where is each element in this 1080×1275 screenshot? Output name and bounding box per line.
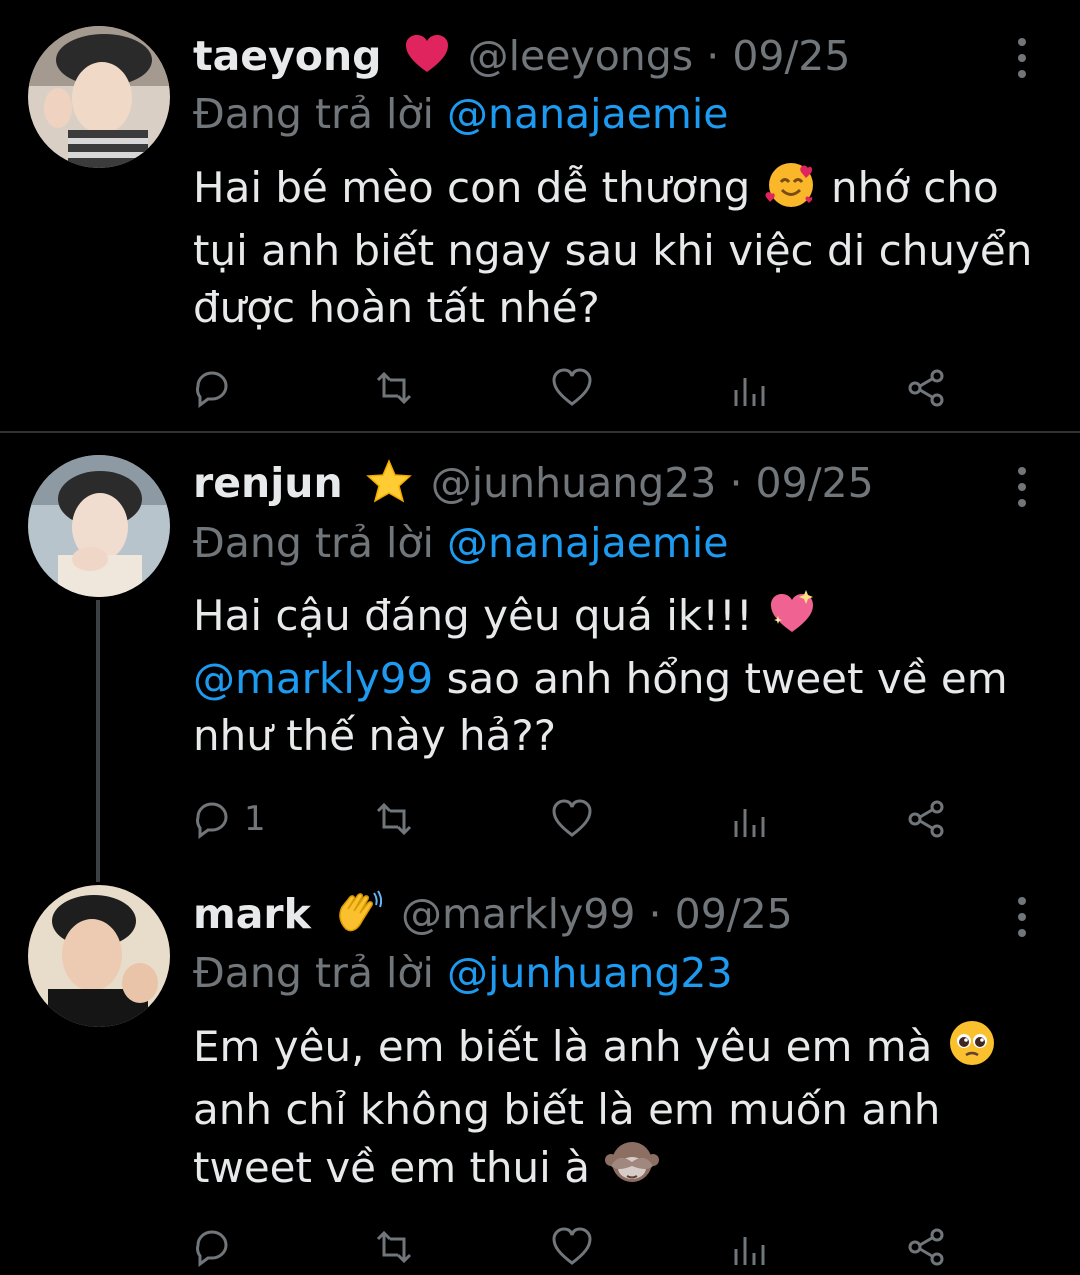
tweet-text-line: tweet về em thui à [193,1143,590,1192]
tweet[interactable]: taeyong @leeyongs · 09/25 Đang trả lời @… [0,0,1080,432]
heart-icon [552,368,592,406]
waving-hand-emoji-icon [334,889,383,945]
display-name[interactable]: renjun [193,459,343,507]
analytics-button[interactable] [730,1225,770,1269]
sparkling-heart-emoji-icon [766,588,818,650]
tweet[interactable]: renjun @junhuang23 · 09/25 Đang trả lời … [0,433,1080,863]
reply-prefix: Đang trả lời [193,90,434,138]
avatar[interactable] [28,885,170,1027]
retweet-button[interactable] [370,366,428,410]
reply-to-mention[interactable]: @nanajaemie [447,90,729,138]
share-button[interactable] [905,797,949,841]
reply-button[interactable] [190,366,244,410]
share-button[interactable] [905,366,949,410]
reply-to-mention[interactable]: @nanajaemie [447,519,729,567]
tweet-actions [190,1225,950,1269]
separator: · [706,32,720,80]
retweet-icon [376,802,412,836]
tweet-actions [190,366,950,410]
pleading-face-emoji-icon [946,1017,998,1081]
tweet-text-line: tụi anh biết ngay sau khi việc di chuyển [193,226,1033,275]
reply-prefix: Đang trả lời [193,949,434,997]
reply-prefix: Đang trả lời [193,519,434,567]
share-button[interactable] [905,1225,949,1269]
replying-to: Đang trả lời @nanajaemie [193,519,728,567]
like-button[interactable] [550,797,604,841]
display-name[interactable]: mark [193,890,311,938]
display-name[interactable]: taeyong [193,32,382,80]
more-options-icon[interactable] [1008,897,1036,937]
handle[interactable]: @leeyongs [468,32,694,80]
tweet-actions: 1 [190,797,950,841]
tweet-header: renjun @junhuang23 · 09/25 [193,459,874,513]
analytics-icon [734,1237,765,1265]
replying-to: Đang trả lời @junhuang23 [193,949,733,997]
tweet-text-line: Hai cậu đáng yêu quá ik!!! [193,591,753,640]
analytics-button[interactable] [730,797,770,841]
tweet-text: Hai cậu đáng yêu quá ik!!! @markly99 sao… [193,587,1053,764]
mention-link[interactable]: @markly99 [193,654,433,703]
smiling-face-with-hearts-emoji-icon [764,158,818,222]
more-options-icon[interactable] [1008,467,1036,507]
retweet-icon [376,1230,412,1264]
reply-icon [196,802,228,839]
tweet-header: mark @markly99 · 09/25 [193,889,793,945]
handle[interactable]: @junhuang23 [431,459,717,507]
tweet[interactable]: mark @markly99 · 09/25 Đang trả lời @jun… [0,863,1080,1275]
analytics-icon [734,378,765,406]
more-options-icon[interactable] [1008,38,1036,78]
tweet-text-line: sao anh hổng tweet về em [446,654,1008,703]
separator: · [729,459,743,507]
reply-icon [196,1230,228,1267]
tweet-text: Hai bé mèo con dễ thương nhớ cho tụi anh… [193,158,1053,336]
heart-icon [552,799,592,837]
tweet-text-line: Hai bé mèo con dễ thương [193,163,751,212]
timestamp[interactable]: 09/25 [732,32,850,80]
reply-button[interactable] [190,1225,244,1269]
share-icon [908,1228,944,1266]
timestamp[interactable]: 09/25 [756,459,874,507]
timestamp[interactable]: 09/25 [675,890,793,938]
tweet-text-line-continued: nhớ cho [831,163,999,212]
heart-icon [552,1227,592,1265]
share-icon [908,800,944,838]
tweet-text-line: Em yêu, em biết là anh yêu em mà [193,1022,933,1071]
reply-count: 1 [244,799,266,839]
handle[interactable]: @markly99 [401,890,636,938]
tweet-text: Em yêu, em biết là anh yêu em mà anh chỉ… [193,1017,1053,1202]
like-button[interactable] [550,1225,604,1269]
red-heart-emoji-icon [405,34,449,84]
avatar[interactable] [28,455,170,597]
tweet-text-line: như thế này hả?? [193,711,556,760]
share-icon [908,369,944,407]
see-no-evil-monkey-emoji-icon [603,1138,661,1202]
replying-to: Đang trả lời @nanajaemie [193,90,728,138]
retweet-button[interactable] [370,1225,428,1269]
tweet-text-line: anh chỉ không biết là em muốn anh [193,1085,941,1134]
retweet-button[interactable] [370,797,428,841]
reply-to-mention[interactable]: @junhuang23 [447,949,733,997]
avatar[interactable] [28,26,170,168]
tweet-text-line: được hoàn tất nhé? [193,283,600,332]
analytics-button[interactable] [730,366,770,410]
separator: · [648,890,662,938]
reply-icon [196,371,228,408]
reply-button[interactable]: 1 [190,797,266,841]
tweet-header: taeyong @leeyongs · 09/25 [193,32,850,84]
retweet-icon [376,371,412,405]
like-button[interactable] [550,366,604,410]
star-emoji-icon [365,459,412,513]
analytics-icon [734,809,765,837]
